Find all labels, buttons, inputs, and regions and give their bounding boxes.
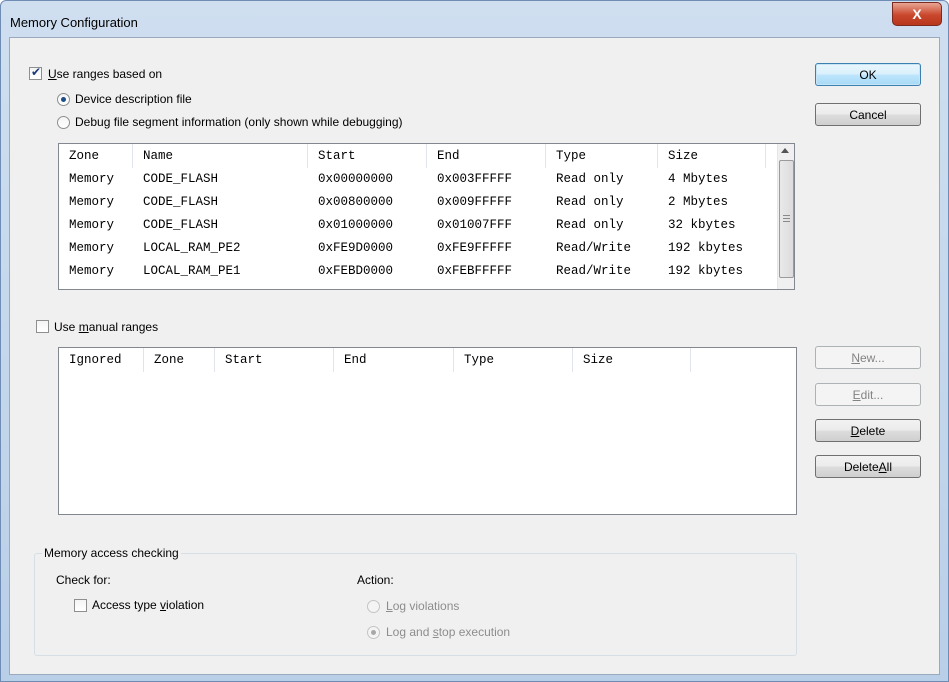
access-type-violation-checkbox[interactable]: [74, 599, 87, 612]
delete-all-button[interactable]: Delete All: [815, 455, 921, 478]
cell-zone: Memory: [69, 172, 115, 186]
debug-segment-label[interactable]: Debug file segment information (only sho…: [75, 115, 403, 129]
log-violations-radio[interactable]: [367, 600, 380, 613]
new-button[interactable]: New...: [815, 346, 921, 369]
cell-zone: Memory: [69, 241, 115, 255]
cell-type: Read/Write: [556, 241, 632, 255]
cell-end: 0xFE9FFFFF: [437, 241, 513, 255]
cell-start: 0xFE9D0000: [318, 241, 394, 255]
cancel-button[interactable]: Cancel: [815, 103, 921, 126]
use-ranges-checkbox[interactable]: [29, 65, 42, 80]
device-description-radio[interactable]: [57, 93, 70, 106]
action-label: Action:: [357, 573, 394, 587]
column-header-size[interactable]: Size: [573, 348, 613, 372]
edit-button[interactable]: Edit...: [815, 383, 921, 406]
use-manual-ranges-label[interactable]: Use manual ranges: [54, 320, 158, 334]
ok-button[interactable]: OK: [815, 63, 921, 86]
cell-size: 192 kbytes: [668, 241, 744, 255]
check-for-label: Check for:: [56, 573, 111, 587]
cell-type: Read/Write: [556, 264, 632, 278]
close-icon: X: [912, 6, 922, 22]
table-row[interactable]: Memory CODE_FLASH 0x00000000 0x003FFFFF …: [59, 172, 778, 194]
memory-access-checking-title: Memory access checking: [42, 546, 181, 560]
cell-name: CODE_FLASH: [143, 218, 219, 232]
cell-end: 0xFEBFFFFF: [437, 264, 513, 278]
ranges-table[interactable]: Zone Name Start End Type Size Memory COD…: [58, 143, 795, 290]
cell-name: LOCAL_RAM_PE2: [143, 241, 241, 255]
cell-size: 192 kbytes: [668, 264, 744, 278]
cell-size: 2 Mbytes: [668, 195, 729, 209]
column-header-start[interactable]: Start: [308, 144, 356, 168]
log-and-stop-radio[interactable]: [367, 626, 380, 639]
scroll-up-arrow-icon[interactable]: [781, 148, 789, 153]
ranges-scrollbar[interactable]: [777, 144, 794, 289]
column-header-type[interactable]: Type: [546, 144, 586, 168]
cell-size: 4 Mbytes: [668, 172, 729, 186]
log-and-stop-label[interactable]: Log and stop execution: [386, 625, 510, 639]
ranges-rows: Memory CODE_FLASH 0x00000000 0x003FFFFF …: [59, 168, 778, 289]
cell-start: 0x01000000: [318, 218, 394, 232]
scrollbar-thumb[interactable]: [779, 160, 794, 278]
close-button[interactable]: X: [892, 2, 942, 26]
window-title: Memory Configuration: [10, 15, 138, 30]
cell-end: 0x003FFFFF: [437, 172, 513, 186]
column-header-end[interactable]: End: [334, 348, 367, 372]
cell-end: 0x009FFFFF: [437, 195, 513, 209]
use-manual-ranges-checkbox[interactable]: [36, 320, 49, 333]
cell-start: 0xFEBD0000: [318, 264, 394, 278]
access-type-violation-label[interactable]: Access type violation: [92, 598, 204, 612]
cell-type: Read only: [556, 195, 624, 209]
cell-zone: Memory: [69, 218, 115, 232]
cell-name: LOCAL_RAM_PE1: [143, 264, 241, 278]
table-row[interactable]: Memory CODE_FLASH 0x01000000 0x01007FFF …: [59, 218, 778, 240]
cell-end: 0x01007FFF: [437, 218, 513, 232]
column-header-ignored[interactable]: Ignored: [59, 348, 122, 372]
manual-ranges-table[interactable]: Ignored Zone Start End Type Size: [58, 347, 797, 515]
column-header-size[interactable]: Size: [658, 144, 698, 168]
cell-start: 0x00800000: [318, 195, 394, 209]
column-header-zone[interactable]: Zone: [144, 348, 184, 372]
table-row[interactable]: Memory CODE_FLASH 0x00800000 0x009FFFFF …: [59, 195, 778, 217]
delete-button[interactable]: Delete: [815, 419, 921, 442]
cell-name: CODE_FLASH: [143, 195, 219, 209]
cell-zone: Memory: [69, 264, 115, 278]
use-ranges-label[interactable]: Use ranges based on: [48, 67, 162, 81]
column-header-name[interactable]: Name: [133, 144, 173, 168]
cell-size: 32 kbytes: [668, 218, 736, 232]
cell-name: CODE_FLASH: [143, 172, 219, 186]
column-header-end[interactable]: End: [427, 144, 460, 168]
cell-start: 0x00000000: [318, 172, 394, 186]
dialog-client-area: Use ranges based on Device description f…: [9, 37, 940, 675]
column-header-type[interactable]: Type: [454, 348, 494, 372]
log-violations-label[interactable]: Log violations: [386, 599, 459, 613]
device-description-label[interactable]: Device description file: [75, 92, 192, 106]
cell-type: Read only: [556, 218, 624, 232]
cell-type: Read only: [556, 172, 624, 186]
memory-configuration-dialog: Memory Configuration X Use ranges based …: [0, 0, 949, 682]
table-row[interactable]: Memory LOCAL_RAM_PE1 0xFEBD0000 0xFEBFFF…: [59, 264, 778, 286]
column-header-start[interactable]: Start: [215, 348, 263, 372]
table-row[interactable]: Memory LOCAL_RAM_PE2 0xFE9D0000 0xFE9FFF…: [59, 241, 778, 263]
debug-segment-radio[interactable]: [57, 116, 70, 129]
column-header-zone[interactable]: Zone: [59, 144, 99, 168]
cell-zone: Memory: [69, 195, 115, 209]
